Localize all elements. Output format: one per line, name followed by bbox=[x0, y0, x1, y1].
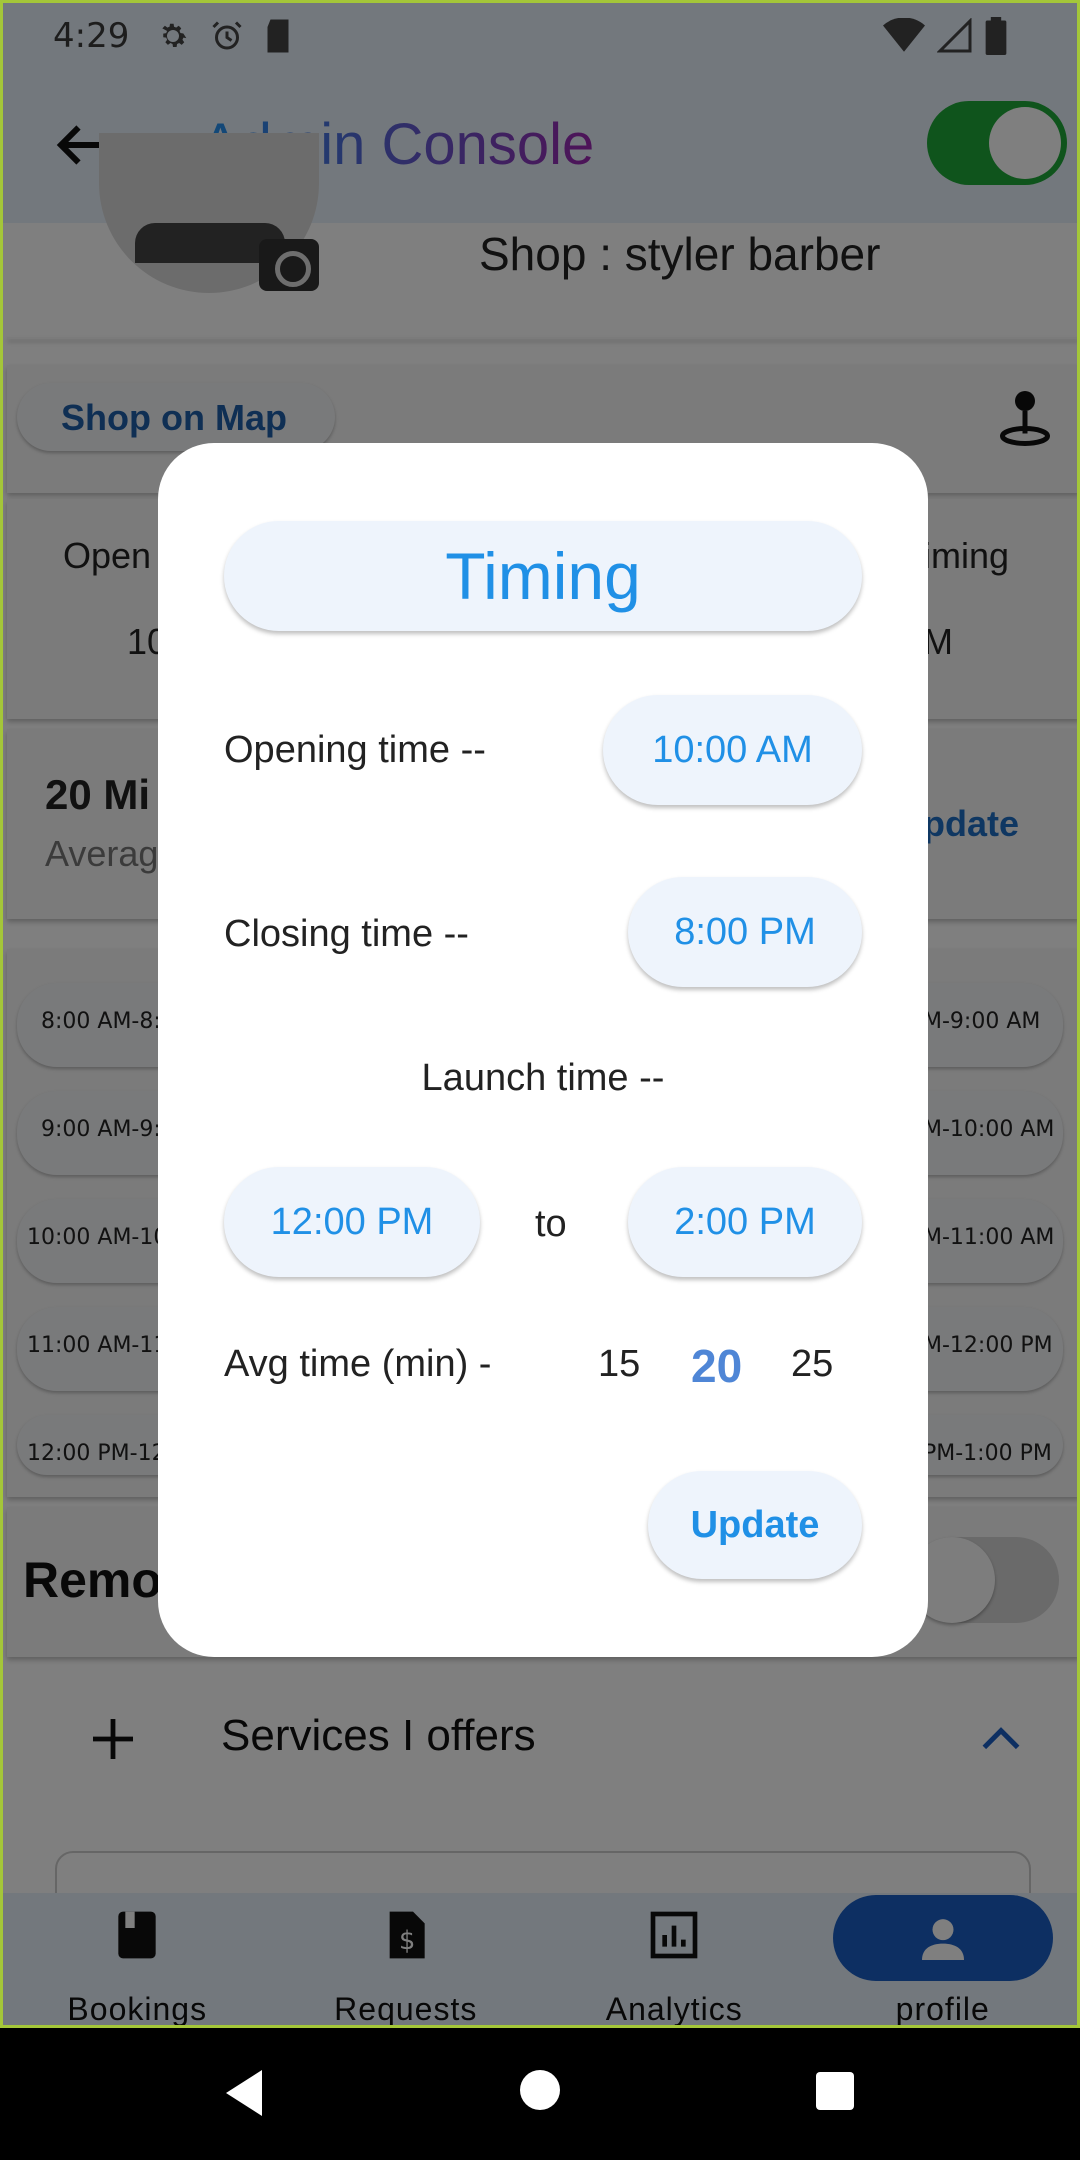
avg-option-20-selected[interactable]: 20 bbox=[691, 1339, 742, 1393]
dialog-title: Timing bbox=[224, 521, 862, 631]
nav-recents-icon[interactable] bbox=[814, 2070, 856, 2112]
launch-start-button[interactable]: 12:00 PM bbox=[224, 1167, 480, 1277]
launch-time-label: Launch time -- bbox=[421, 1057, 665, 1099]
app-screen: 4:29 Admin Console Shop : styler barber … bbox=[0, 0, 1080, 2028]
nav-home-icon[interactable] bbox=[518, 2068, 562, 2112]
launch-end-button[interactable]: 2:00 PM bbox=[628, 1167, 862, 1277]
timing-dialog: Timing Opening time -- 10:00 AM Closing … bbox=[158, 443, 928, 1657]
system-nav-bar bbox=[0, 2028, 1080, 2160]
opening-time-label: Opening time -- bbox=[224, 729, 486, 771]
closing-time-label: Closing time -- bbox=[224, 913, 469, 955]
launch-to-label: to bbox=[535, 1203, 567, 1245]
opening-time-button[interactable]: 10:00 AM bbox=[603, 695, 862, 805]
avg-time-label: Avg time (min) - bbox=[224, 1343, 492, 1385]
nav-back-icon[interactable] bbox=[222, 2068, 266, 2118]
avg-option-25[interactable]: 25 bbox=[791, 1343, 833, 1386]
update-button[interactable]: Update bbox=[648, 1471, 862, 1579]
avg-option-15[interactable]: 15 bbox=[598, 1343, 640, 1386]
closing-time-button[interactable]: 8:00 PM bbox=[628, 877, 862, 987]
